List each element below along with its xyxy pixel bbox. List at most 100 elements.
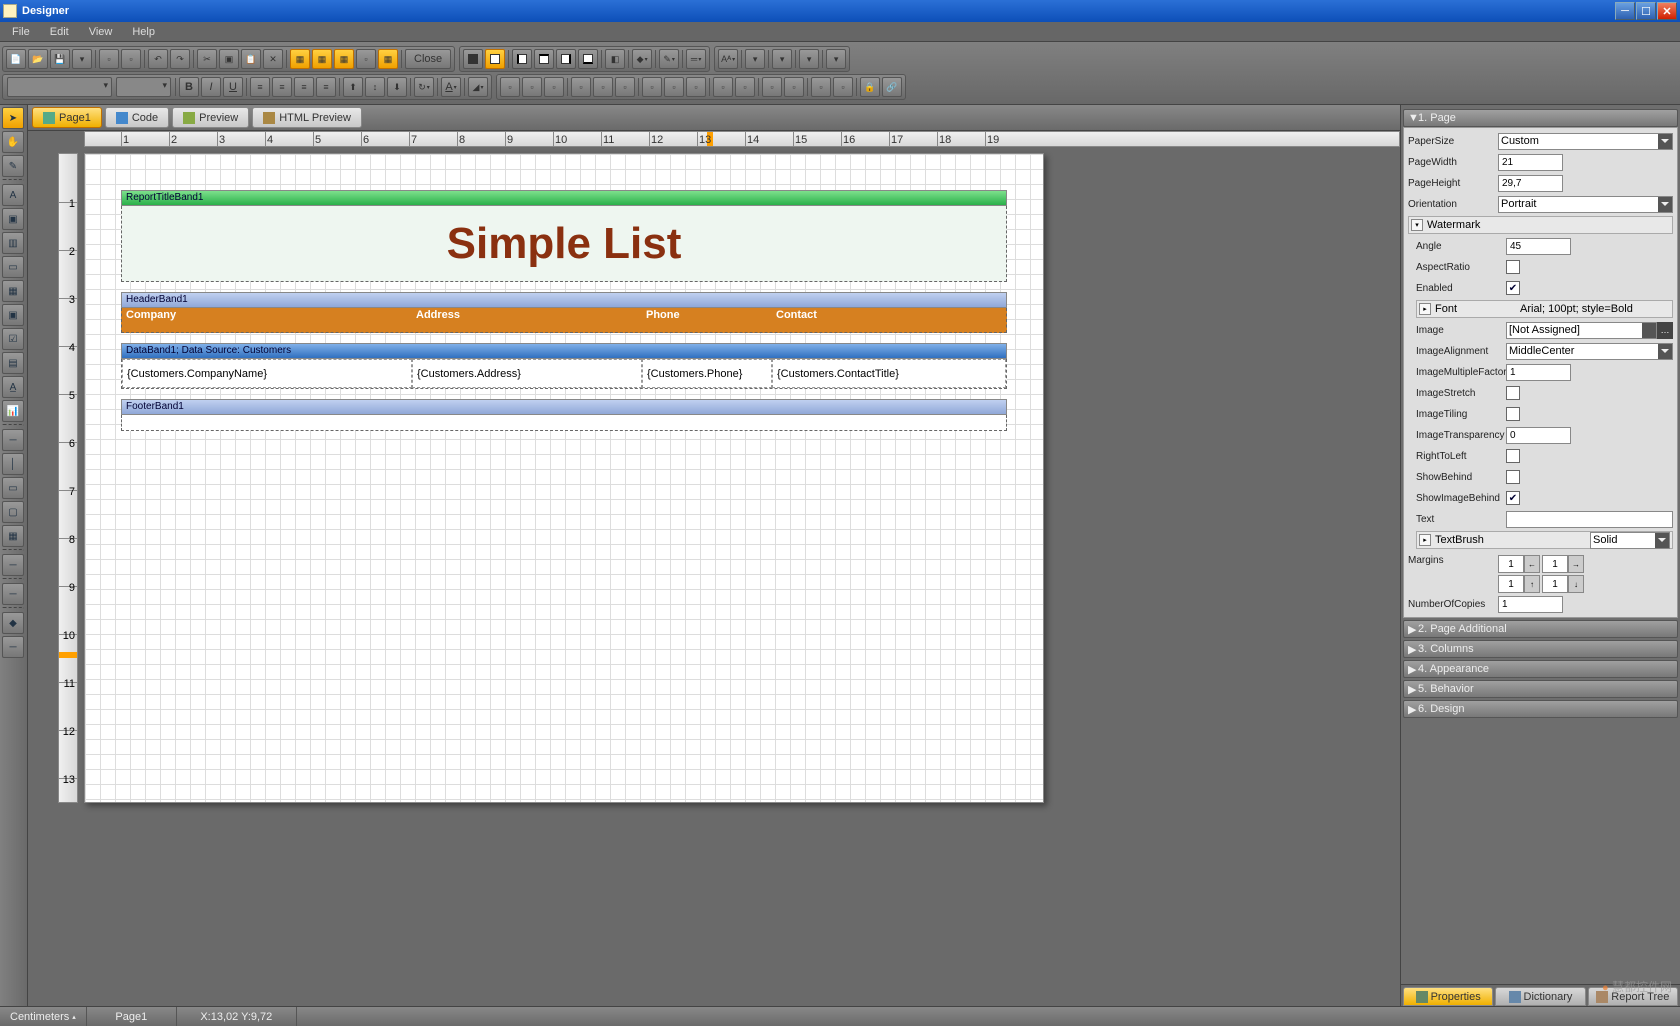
- field-phone[interactable]: {Customers.Phone}: [642, 359, 772, 388]
- val-angle[interactable]: [1506, 238, 1571, 255]
- tool-more4[interactable]: ─: [2, 636, 24, 658]
- copy-button[interactable]: ▣: [219, 49, 239, 69]
- align-left-button[interactable]: ≡: [250, 77, 270, 97]
- undo-button[interactable]: ↶: [148, 49, 168, 69]
- open-button[interactable]: 📂: [28, 49, 48, 69]
- align-grid-button[interactable]: ▦: [334, 49, 354, 69]
- delete-button[interactable]: ✕: [263, 49, 283, 69]
- border-style-button[interactable]: ═▾: [686, 49, 706, 69]
- margin-d-btn[interactable]: ↓: [1568, 575, 1584, 593]
- val-orientation[interactable]: Portrait: [1498, 196, 1673, 213]
- header-band-header[interactable]: HeaderBand1: [121, 292, 1007, 308]
- field-address[interactable]: {Customers.Address}: [412, 359, 642, 388]
- tool-pointer[interactable]: ➤: [2, 107, 24, 129]
- font-color-button[interactable]: A▾: [441, 77, 461, 97]
- arrange-5[interactable]: ▫: [593, 77, 613, 97]
- border-none-button[interactable]: [485, 49, 505, 69]
- tool-more1[interactable]: ─: [2, 554, 24, 576]
- styles-button[interactable]: Aᴬ▾: [718, 49, 738, 69]
- tab-preview[interactable]: Preview: [172, 107, 249, 128]
- margin-c[interactable]: [1498, 575, 1524, 593]
- paste-button[interactable]: 📋: [241, 49, 261, 69]
- menu-help[interactable]: Help: [122, 24, 165, 40]
- lock2-button[interactable]: ▾: [772, 49, 792, 69]
- tool-image[interactable]: ▣: [2, 208, 24, 230]
- close-button[interactable]: Close: [405, 49, 451, 69]
- chk-enabled[interactable]: ✔: [1506, 281, 1520, 295]
- arrange-9[interactable]: ▫: [686, 77, 706, 97]
- arrange-13[interactable]: ▫: [784, 77, 804, 97]
- margin-b[interactable]: [1542, 555, 1568, 573]
- chk-showbehind[interactable]: [1506, 470, 1520, 484]
- bg-color-button[interactable]: ◆▾: [632, 49, 652, 69]
- valign-top-button[interactable]: ⬆: [343, 77, 363, 97]
- underline-button[interactable]: U: [223, 77, 243, 97]
- arrange-8[interactable]: ▫: [664, 77, 684, 97]
- tool-vline[interactable]: │: [2, 453, 24, 475]
- menu-file[interactable]: File: [2, 24, 40, 40]
- horizontal-ruler[interactable]: 12345678910111213141516171819: [84, 131, 1400, 147]
- align-center-button[interactable]: ≡: [272, 77, 292, 97]
- maximize-button[interactable]: ☐: [1636, 2, 1656, 20]
- window-close-button[interactable]: ✕: [1657, 2, 1677, 20]
- lock-button[interactable]: 🔒: [860, 77, 880, 97]
- tab-html-preview[interactable]: HTML Preview: [252, 107, 362, 128]
- tool-crosstab[interactable]: ▦: [2, 525, 24, 547]
- valign-mid-button[interactable]: ↕: [365, 77, 385, 97]
- margin-a[interactable]: [1498, 555, 1524, 573]
- rtab-properties[interactable]: Properties: [1403, 987, 1493, 1006]
- arrange-7[interactable]: ▫: [642, 77, 662, 97]
- tool-clone[interactable]: ▣: [2, 304, 24, 326]
- select-all-button[interactable]: ▦: [290, 49, 310, 69]
- tool-hand[interactable]: ✋: [2, 131, 24, 153]
- val-pagewidth[interactable]: [1498, 154, 1563, 171]
- page-surface[interactable]: 12345678910111213 ReportTitleBand1 Simpl…: [28, 147, 1400, 1006]
- footer-band-header[interactable]: FooterBand1: [121, 399, 1007, 415]
- tool-chart[interactable]: 📊: [2, 400, 24, 422]
- redo-button[interactable]: ↷: [170, 49, 190, 69]
- shadow-button[interactable]: ◧: [605, 49, 625, 69]
- section-appearance[interactable]: ▶4. Appearance: [1403, 660, 1678, 678]
- minimize-button[interactable]: ─: [1615, 2, 1635, 20]
- col-address[interactable]: Address: [412, 308, 642, 332]
- border-bottom-button[interactable]: [578, 49, 598, 69]
- border-right-button[interactable]: [556, 49, 576, 69]
- align-right-button[interactable]: ≡: [294, 77, 314, 97]
- border-color-button[interactable]: ✎▾: [659, 49, 679, 69]
- data-band-header[interactable]: DataBand1; Data Source: Customers: [121, 343, 1007, 359]
- val-pageheight[interactable]: [1498, 175, 1563, 192]
- chk-imagetiling[interactable]: [1506, 407, 1520, 421]
- menu-edit[interactable]: Edit: [40, 24, 79, 40]
- misc2-button[interactable]: ▾: [826, 49, 846, 69]
- tool-text-edit[interactable]: ✎: [2, 155, 24, 177]
- sub-watermark[interactable]: ▾Watermark: [1408, 216, 1673, 234]
- report-title-text[interactable]: Simple List: [121, 206, 1007, 282]
- snap-lines-button[interactable]: ▫: [356, 49, 376, 69]
- link2-button[interactable]: ▾: [799, 49, 819, 69]
- field-contact[interactable]: {Customers.ContactTitle}: [772, 359, 1006, 388]
- tool-more2[interactable]: ─: [2, 583, 24, 605]
- val-numberofcopies[interactable]: [1498, 596, 1563, 613]
- quick-info-button[interactable]: ▦: [378, 49, 398, 69]
- section-page-additional[interactable]: ▶2. Page Additional: [1403, 620, 1678, 638]
- tool-hline[interactable]: ─: [2, 429, 24, 451]
- sub-font[interactable]: ▸FontArial; 100pt; style=Bold: [1416, 300, 1673, 318]
- border-all-button[interactable]: [463, 49, 483, 69]
- valign-bot-button[interactable]: ⬇: [387, 77, 407, 97]
- vertical-ruler[interactable]: 12345678910111213: [58, 153, 78, 803]
- save-dropdown[interactable]: ▾: [72, 49, 92, 69]
- border-left-button[interactable]: [512, 49, 532, 69]
- tool-barcode[interactable]: ▥: [2, 232, 24, 254]
- tool-checkbox2[interactable]: ☑: [2, 328, 24, 350]
- chk-showimagebehind[interactable]: ✔: [1506, 491, 1520, 505]
- rtab-reporttree[interactable]: Report Tree: [1588, 987, 1678, 1006]
- col-phone[interactable]: Phone: [642, 308, 772, 332]
- tool-rect[interactable]: ▭: [2, 477, 24, 499]
- arrange-4[interactable]: ▫: [571, 77, 591, 97]
- tab-code[interactable]: Code: [105, 107, 169, 128]
- link-button[interactable]: 🔗: [882, 77, 902, 97]
- new-button[interactable]: 📄: [6, 49, 26, 69]
- tool-roundrect[interactable]: ▢: [2, 501, 24, 523]
- conditions-button[interactable]: ▾: [745, 49, 765, 69]
- val-imagetransparency[interactable]: [1506, 427, 1571, 444]
